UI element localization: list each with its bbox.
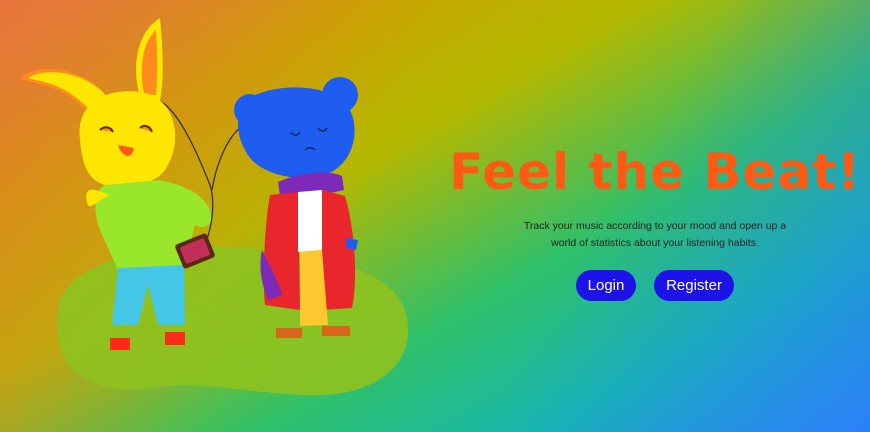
register-button[interactable]: Register bbox=[654, 270, 734, 301]
hero-illustration bbox=[20, 18, 409, 396]
hero-subtitle: Track your music according to your mood … bbox=[523, 220, 787, 249]
auth-buttons: Login Register bbox=[440, 270, 870, 301]
page-title: Feel the Beat! bbox=[449, 143, 861, 201]
hero-section: Feel the Beat! Track your music accordin… bbox=[440, 140, 870, 301]
login-button[interactable]: Login bbox=[576, 270, 636, 301]
grass-blob bbox=[57, 246, 409, 396]
